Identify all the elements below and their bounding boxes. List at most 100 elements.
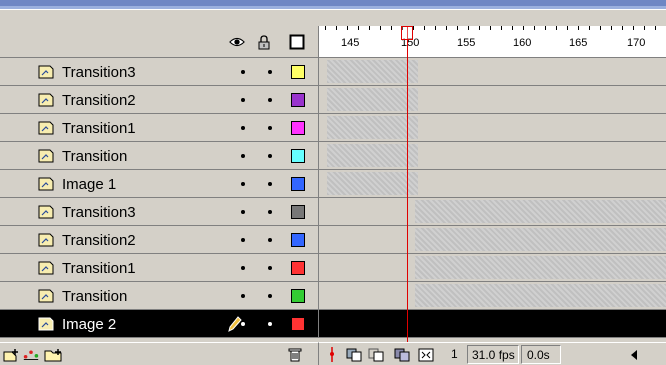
ruler-tick [556,26,557,30]
edit-multiple-frames-icon[interactable] [393,346,411,363]
center-frame-icon[interactable] [323,346,341,363]
ruler-tick [655,26,656,30]
outline-color-swatch[interactable] [291,205,305,219]
show-hide-toggle[interactable] [241,238,245,242]
ruler-tick [424,26,425,30]
outline-color-swatch[interactable] [291,317,305,331]
ruler-tick [413,26,414,30]
show-hide-toggle[interactable] [241,266,245,270]
frame-rate-field[interactable]: 31.0 fps [467,345,519,364]
playhead[interactable] [407,26,408,342]
show-hide-toggle[interactable] [241,126,245,130]
frame-row[interactable] [318,58,666,86]
layer-name: Transition3 [62,64,136,81]
layer-name: Transition1 [62,120,136,137]
scroll-left-arrow-icon[interactable] [625,346,643,363]
outline-color-swatch[interactable] [291,233,305,247]
frame-row[interactable] [318,310,666,338]
lock-toggle[interactable] [268,266,272,270]
layer-row[interactable]: Transition [0,142,318,170]
elapsed-time: 0.0s [527,348,550,362]
ruler-tick [545,26,546,30]
delete-layer-icon[interactable] [286,346,304,363]
ruler-tick [501,26,502,30]
layer-row[interactable]: Transition3 [0,198,318,226]
lock-toggle[interactable] [268,182,272,186]
show-hide-toggle[interactable] [241,70,245,74]
show-hide-toggle[interactable] [241,294,245,298]
layer-row[interactable]: Image 2 [0,310,318,338]
ruler-tick [589,26,590,30]
show-hide-toggle[interactable] [241,98,245,102]
layer-header [0,26,318,58]
frame-number: 160 [513,37,532,49]
layer-row[interactable]: Transition2 [0,226,318,254]
outline-color-swatch[interactable] [291,261,305,275]
eye-icon[interactable] [229,34,245,50]
frame-row[interactable] [318,254,666,282]
ruler-tick [457,26,458,30]
insert-folder-icon[interactable] [44,346,62,363]
frame-row[interactable] [318,198,666,226]
insert-layer-icon[interactable] [2,346,20,363]
frame-row[interactable] [318,226,666,254]
frame-ruler[interactable]: 145 150 155 160 165 170 [318,26,666,58]
frame-span [415,200,666,223]
ruler-tick [622,26,623,30]
outline-color-swatch[interactable] [291,289,305,303]
frame-row[interactable] [318,170,666,198]
padlock-icon[interactable] [256,34,272,50]
frame-row[interactable] [318,86,666,114]
outline-color-swatch[interactable] [291,93,305,107]
elapsed-time-field: 0.0s [521,345,561,364]
frame-row[interactable] [318,282,666,310]
lock-toggle[interactable] [268,238,272,242]
layer-row[interactable]: Transition3 [0,58,318,86]
layer-name: Transition1 [62,260,136,277]
pencil-icon [228,316,242,332]
outline-color-swatch[interactable] [291,149,305,163]
layer-row[interactable]: Transition1 [0,114,318,142]
outline-color-swatch[interactable] [291,177,305,191]
playhead-handle[interactable] [401,26,413,40]
outline-color-swatch[interactable] [291,65,305,79]
frame-span [327,144,418,167]
show-hide-toggle[interactable] [241,322,245,326]
ruler-tick [578,26,579,30]
ruler-tick [600,26,601,30]
layer-name: Transition3 [62,204,136,221]
frame-span [327,60,418,83]
frame-row[interactable] [318,142,666,170]
layer-name: Image 1 [62,176,117,193]
layer-name: Transition [62,148,128,165]
outline-color-swatch[interactable] [291,121,305,135]
lock-toggle[interactable] [268,154,272,158]
frame-row[interactable] [318,114,666,142]
show-hide-toggle[interactable] [241,210,245,214]
layer-row[interactable]: Transition1 [0,254,318,282]
layer-row[interactable]: Image 1 [0,170,318,198]
frame-number: 155 [457,37,476,49]
modify-onion-markers-icon[interactable] [417,346,435,363]
frame-span [415,284,666,307]
layer-icon [37,204,55,220]
lock-toggle[interactable] [268,210,272,214]
lock-toggle[interactable] [268,70,272,74]
lock-toggle[interactable] [268,126,272,130]
outline-square-icon[interactable] [289,34,305,50]
onion-skin-outlines-icon[interactable] [367,346,385,363]
lock-toggle[interactable] [268,98,272,102]
layer-icon [37,92,55,108]
onion-skin-icon[interactable] [345,346,363,363]
lock-toggle[interactable] [268,322,272,326]
show-hide-toggle[interactable] [241,154,245,158]
ruler-tick [336,26,337,30]
layer-row[interactable]: Transition2 [0,86,318,114]
show-hide-toggle[interactable] [241,182,245,186]
layer-row[interactable]: Transition [0,282,318,310]
frame-span [415,256,666,279]
add-motion-guide-icon[interactable] [22,346,40,363]
panel-title-bar-lower [0,6,666,10]
lock-toggle[interactable] [268,294,272,298]
current-frame: 1 [451,347,458,361]
